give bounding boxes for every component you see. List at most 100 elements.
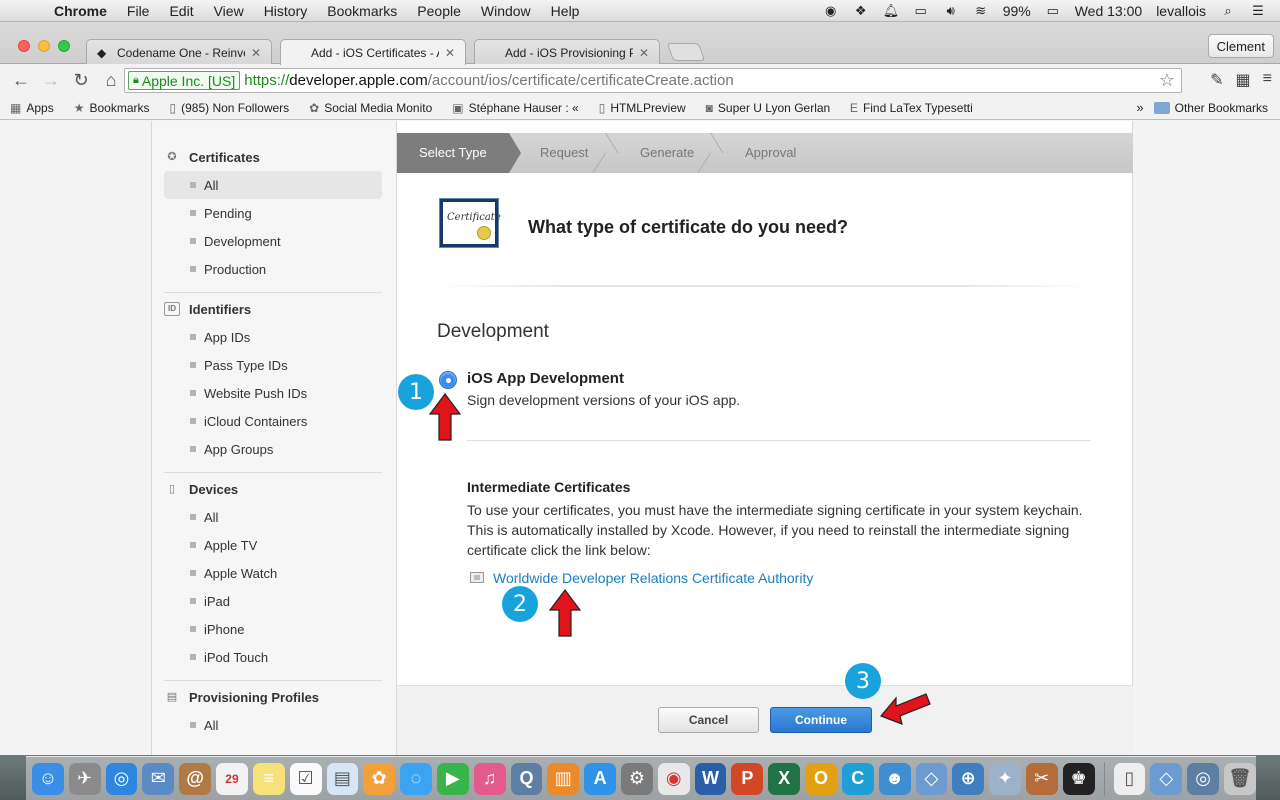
bookmark-social-media[interactable]: ✿ Social Media Monito xyxy=(309,101,432,115)
notification-bell-icon[interactable]: 🔔︎ xyxy=(883,3,900,19)
menu-app-name[interactable]: Chrome xyxy=(44,3,117,19)
close-window-button[interactable] xyxy=(18,40,30,52)
ibooks-icon[interactable]: ▥ xyxy=(547,762,580,795)
zoom-window-button[interactable] xyxy=(58,40,70,52)
codename-one-icon[interactable]: C xyxy=(841,762,874,795)
close-tab-icon[interactable]: ✕ xyxy=(251,46,261,60)
bookmark-apps[interactable]: ▦ Apps xyxy=(10,101,54,115)
notification-center-icon[interactable]: ☰ xyxy=(1250,3,1266,19)
people-network-icon[interactable]: ☻ xyxy=(878,762,911,795)
photos-icon[interactable]: ✿ xyxy=(363,762,396,795)
chrome-icon[interactable]: ◉ xyxy=(657,762,690,795)
sidebar-item-apple-watch[interactable]: Apple Watch xyxy=(164,559,382,587)
extension-film-icon[interactable]: ▦ xyxy=(1236,70,1251,90)
continue-button[interactable]: Continue xyxy=(770,707,872,733)
option-title[interactable]: iOS App Development xyxy=(467,370,624,387)
sidebar-item-app-groups[interactable]: App Groups xyxy=(164,435,382,463)
trash-icon[interactable]: 🗑︎ xyxy=(1224,762,1256,795)
sidebar-item-pass-type-ids[interactable]: Pass Type IDs xyxy=(164,351,382,379)
menu-window[interactable]: Window xyxy=(471,3,541,19)
image-capture-icon[interactable]: ▤ xyxy=(326,762,359,795)
bookmark-bookmarks[interactable]: ★ Bookmarks xyxy=(74,101,150,115)
bookmark-latex[interactable]: E Find LaTex Typesetti xyxy=(850,101,973,115)
bookmarks-overflow-chevron[interactable]: » xyxy=(1136,100,1143,115)
reload-icon[interactable]: ↻ xyxy=(66,70,96,91)
sidebar-item-ipod-touch[interactable]: iPod Touch xyxy=(164,643,382,671)
minimize-window-button[interactable] xyxy=(38,40,50,52)
tuxedo-app-icon[interactable]: ♚ xyxy=(1062,762,1095,795)
sidebar-item-devices-all[interactable]: All xyxy=(164,503,382,531)
bookmark-star-icon[interactable]: ☆ xyxy=(1159,70,1175,91)
tab-codename-one[interactable]: ◆ Codename One - Reinvent ✕ xyxy=(86,39,272,65)
facetime-icon[interactable]: ▶ xyxy=(436,762,469,795)
reminders-icon[interactable]: ☑ xyxy=(289,762,322,795)
sidebar-item-ipad[interactable]: iPad xyxy=(164,587,382,615)
bookmark-super-u[interactable]: ◙ Super U Lyon Gerlan xyxy=(706,101,830,115)
virtualbox-icon[interactable]: ◇ xyxy=(915,762,948,795)
excel-icon[interactable]: X xyxy=(768,762,801,795)
wwdr-certificate-link[interactable]: Worldwide Developer Relations Certificat… xyxy=(493,570,813,586)
tools-icon[interactable]: ✂ xyxy=(1025,762,1058,795)
home-icon[interactable]: ⌂ xyxy=(96,70,126,91)
menu-file[interactable]: File xyxy=(117,3,160,19)
bookmark-non-followers[interactable]: ▯ (985) Non Followers xyxy=(170,101,290,115)
address-bar[interactable]: 🔒︎ Apple Inc. [US] https:// developer.ap… xyxy=(124,68,1182,93)
battery-percent[interactable]: 99% xyxy=(1003,3,1031,19)
launchpad-icon[interactable]: ✈ xyxy=(68,762,101,795)
sidebar-item-iphone[interactable]: iPhone xyxy=(164,615,382,643)
close-tab-icon[interactable]: ✕ xyxy=(445,46,455,60)
outlook-icon[interactable]: O xyxy=(805,762,837,795)
menu-bookmarks[interactable]: Bookmarks xyxy=(317,3,407,19)
sidebar-item-icloud-containers[interactable]: iCloud Containers xyxy=(164,407,382,435)
close-tab-icon[interactable]: ✕ xyxy=(639,46,649,60)
record-icon[interactable]: ◉ xyxy=(823,3,839,19)
finder-icon[interactable]: ☺ xyxy=(32,762,64,795)
ev-certificate-badge[interactable]: 🔒︎ Apple Inc. [US] xyxy=(128,71,241,90)
forward-arrow-icon[interactable]: → xyxy=(36,70,66,91)
sidebar-item-website-push-ids[interactable]: Website Push IDs xyxy=(164,379,382,407)
tab-ios-certificates[interactable]: Add - iOS Certificates - Ap ✕ xyxy=(280,39,466,65)
app-store-icon[interactable]: A xyxy=(584,762,616,795)
profile-button[interactable]: Clement xyxy=(1207,34,1274,58)
menu-history[interactable]: History xyxy=(254,3,318,19)
itunes-icon[interactable]: ♫ xyxy=(473,762,506,795)
menu-help[interactable]: Help xyxy=(541,3,590,19)
preview-icon[interactable]: ✉ xyxy=(142,762,175,795)
quicktime-icon[interactable]: Q xyxy=(510,762,543,795)
word-icon[interactable]: W xyxy=(694,762,727,795)
airplay-icon[interactable]: ▭ xyxy=(913,3,929,19)
cancel-button[interactable]: Cancel xyxy=(658,707,759,733)
user-name[interactable]: levallois xyxy=(1156,3,1206,19)
sidebar-item-development[interactable]: Development xyxy=(164,227,382,255)
new-tab-button[interactable] xyxy=(666,43,706,61)
ios-app-development-radio[interactable] xyxy=(439,371,457,389)
tab-ios-provisioning[interactable]: Add - iOS Provisioning Pro ✕ xyxy=(474,39,660,65)
bookmark-stephane[interactable]: ▣ Stéphane Hauser : « xyxy=(452,101,578,115)
sidebar-item-pending[interactable]: Pending xyxy=(164,199,382,227)
sidebar-item-production[interactable]: Production xyxy=(164,255,382,283)
calendar-icon[interactable]: 29 xyxy=(216,762,248,795)
bookmark-htmlpreview[interactable]: ▯ HTMLPreview xyxy=(599,101,686,115)
sidebar-item-apple-tv[interactable]: Apple TV xyxy=(164,531,382,559)
document-stack-icon[interactable]: ▯ xyxy=(1113,762,1146,795)
clock[interactable]: Wed 13:00 xyxy=(1075,3,1142,19)
globe-icon[interactable]: ⊕ xyxy=(952,762,985,795)
sidebar-item-profiles-all[interactable]: All xyxy=(164,711,382,739)
menu-people[interactable]: People xyxy=(407,3,471,19)
menu-edit[interactable]: Edit xyxy=(159,3,203,19)
spotlight-search-icon[interactable]: ⌕ xyxy=(1220,3,1236,19)
contacts-icon[interactable]: @ xyxy=(179,762,212,795)
sidebar-item-certificates-all[interactable]: All xyxy=(164,171,382,199)
notes-icon[interactable]: ≡ xyxy=(252,762,285,795)
dropbox-icon[interactable]: ❖ xyxy=(853,3,869,19)
menu-view[interactable]: View xyxy=(204,3,254,19)
safari-icon[interactable]: ◎ xyxy=(105,762,138,795)
chrome-menu-icon[interactable]: ≡ xyxy=(1263,70,1272,90)
back-arrow-icon[interactable]: ← xyxy=(6,70,36,91)
sidebar-item-app-ids[interactable]: App IDs xyxy=(164,323,382,351)
system-preferences-icon[interactable]: ⚙ xyxy=(621,762,653,795)
other-bookmarks[interactable]: Other Bookmarks xyxy=(1153,101,1268,115)
box-stack-icon[interactable]: ◇ xyxy=(1150,762,1183,795)
volume-icon[interactable]: 🔊︎ xyxy=(943,3,959,19)
network-icon[interactable]: ✦ xyxy=(989,762,1021,795)
